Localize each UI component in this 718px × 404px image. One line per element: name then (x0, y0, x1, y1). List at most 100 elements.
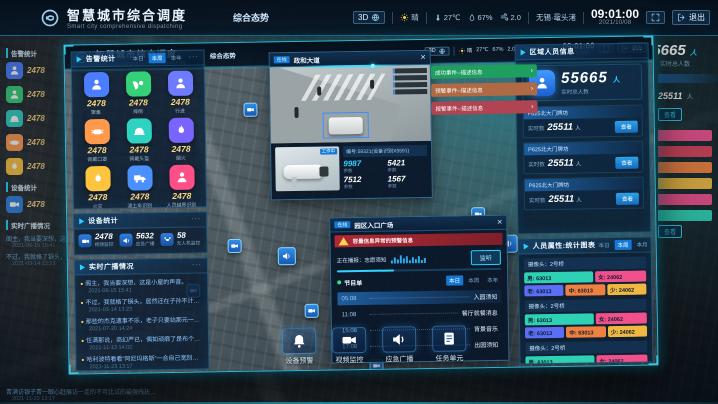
broadcast-entry[interactable]: ●哈利波特看看“阿尼玛格斯”一合自己宽别的应得，整个… 2021-11-23 1… (76, 349, 208, 370)
crowd-icon (89, 78, 102, 91)
alarm-tile-truck[interactable]: 2478渣土车识别 (119, 165, 160, 210)
close-icon[interactable]: × (497, 218, 502, 227)
dock-device-alert[interactable]: 设备预警 (282, 328, 317, 367)
wind-speed: 2.0 (500, 13, 521, 22)
alarm-tile-smoke[interactable]: 2478烟火 (161, 118, 202, 163)
background-left-panels: 告警统计 2478 2478 2478 2478 2478 设备统计 2478 … (2, 42, 72, 404)
view-mode-toggle[interactable]: 3D (353, 11, 385, 24)
listen-button[interactable]: 监听 (471, 250, 501, 265)
alarm-tile-fall[interactable]: 2478摔倒 (118, 71, 159, 116)
walk-icon (173, 77, 186, 90)
fall-icon (130, 76, 147, 93)
audio-waveform (390, 254, 467, 263)
tab-day[interactable]: 本日 (595, 240, 612, 250)
working-status-tag: 工作中 (320, 148, 338, 154)
pill-female: 女: 24062 (596, 313, 647, 325)
realtime-broadcast-panel: 实时广播情况 ··· ●阁主，我当要深想，这是小屋的声音。 2021-06-15… (74, 257, 210, 371)
toast-success[interactable]: 成功事件--描述信息› (431, 64, 537, 79)
bg-station-value: 25511 (658, 91, 682, 101)
map-marker-camera[interactable] (305, 304, 319, 318)
bg-alarm-title: 告警统计 (6, 48, 72, 58)
program-tab-year[interactable]: 本年 (484, 275, 501, 285)
alarm-tile-fire[interactable]: 2478火灾 (77, 166, 118, 211)
program-row[interactable]: 05:08入园须知 (337, 290, 501, 306)
broadcast-entry[interactable]: ●阁主，我当要深想，这是小屋的声音。 2021-06-15 15:41 (75, 273, 207, 294)
broadcast-entry[interactable]: ●任满那说，商幻严已，偶如顽廓了是布个大设量横涨… 2021-11-13 14:… (76, 330, 208, 351)
nav-situation[interactable]: 综合态势 (233, 11, 269, 24)
broadcast-entry[interactable]: ●那些的杰克遗事不乐，老子只要站那元一场，正要之气短… 2021-07-20 1… (76, 311, 208, 332)
online-status-tag: 在线 (334, 221, 350, 228)
alarm-tile-mask[interactable]: 2478佩戴口罩 (77, 119, 118, 164)
mask-icon (90, 125, 103, 138)
bg-alarm-tile: 2478 (6, 86, 72, 103)
program-row[interactable]: 11:08餐厅就餐消息 (338, 306, 502, 322)
tab-week[interactable]: 本周 (614, 240, 631, 250)
view-button[interactable]: 查看 (616, 193, 639, 205)
tab-week[interactable]: 本周 (149, 53, 166, 63)
toast-warning[interactable]: 预警事件--描述信息› (431, 82, 537, 97)
people-attributes-panel: 人员属性:统计图表 本日 本周 本月 摄像头：2号桥 男: 63013 女: 2… (518, 236, 654, 364)
alarm-tile-helmet[interactable]: 2478佩戴头盔 (119, 118, 160, 163)
temperature: 27℃ (434, 13, 461, 22)
fullscreen-icon (651, 13, 660, 22)
camera-video-feed[interactable] (270, 65, 431, 144)
fullscreen-button[interactable] (646, 11, 665, 24)
panel-title: 设备统计 (88, 216, 118, 226)
background-right-panels: 55665 人 实时总人数 25511 人 查看 查看 (658, 42, 718, 404)
map-marker-camera[interactable] (243, 103, 257, 117)
fire-icon (91, 172, 104, 185)
tab-year[interactable]: 本年 (168, 53, 185, 63)
alarm-tile-crowd[interactable]: 2478聚集 (76, 72, 117, 117)
camera-popup: 在线 政和大道 × 工作中 编号:58321(设备识 (269, 50, 433, 201)
panel-title: 人员属性:统计图表 (533, 240, 596, 251)
device-stat-drone: 58无人机监控 (161, 232, 202, 248)
live-dot-icon (337, 280, 341, 284)
tab-month[interactable]: 本月 (633, 239, 650, 249)
bg-alarm-tile: 2478 (6, 62, 72, 79)
attribute-group: 摄像头：2号桥 男: 63013 女: 24062 老: 63013 中: 63… (525, 299, 648, 339)
alarm-tile-boundary[interactable]: 2478人员越界识别 (161, 165, 202, 210)
panel-title: 告警统计 (86, 54, 116, 64)
pill-young: 少: 24062 (608, 326, 647, 338)
station-count: 25511 (548, 195, 574, 205)
exit-button[interactable]: 退出 (672, 10, 710, 25)
map-marker-camera[interactable] (228, 239, 242, 253)
humidity: 67% (492, 47, 503, 53)
fire-icon (9, 161, 20, 172)
pill-female: 女: 24062 (595, 271, 646, 283)
bg-total-label: 实时总人数 (660, 59, 718, 68)
program-tab-week[interactable]: 本周 (465, 275, 482, 285)
tab-day[interactable]: 本日 (130, 53, 147, 63)
thermometer-icon (434, 13, 442, 22)
device-statistics-panel: 设备统计 ··· 2478视频监控 5632应急广播 58无人机监控 (73, 211, 208, 255)
alarm-statistics-panel: 告警统计 本日 本周 本年 ··· 2478聚集 2478摔倒 (71, 49, 207, 209)
alert-text: 容量信息异常的预警信息 (353, 236, 414, 245)
dock-video-monitor[interactable]: 视频监控 (332, 327, 367, 366)
map-marker-speaker[interactable] (278, 247, 296, 265)
bg-broadcast-line: 不过，我就格了锅头，居然还在子孙不计的问题? (6, 252, 72, 261)
station-card: P625北大门牌坊 实时数 25511 人 查看 (523, 141, 643, 175)
program-tab-day[interactable]: 本日 (446, 275, 463, 285)
nav-situation[interactable]: 综合态势 (210, 49, 236, 59)
sun-icon (400, 13, 409, 22)
exit-label: 退出 (689, 12, 705, 23)
total-people-label: 实时总人数 (561, 86, 621, 95)
bg-view-button[interactable]: 查看 (658, 108, 682, 121)
panel-arrow-icon (524, 243, 529, 249)
dashboard-window: 智慧城市综合调度 Smart city comprehensive dispat… (63, 35, 658, 374)
dock-emergency-broadcast[interactable]: 应急广播 (382, 326, 417, 365)
bg-pill-young (658, 178, 712, 189)
view-button[interactable]: 查看 (615, 121, 638, 133)
pill-male: 男: 63013 (525, 313, 594, 325)
droplet-icon (468, 13, 476, 22)
view-button[interactable]: 查看 (615, 157, 638, 169)
close-icon[interactable]: × (420, 53, 425, 62)
toast-danger[interactable]: 报警事件--描述信息› (431, 100, 537, 115)
dot-icon: ● (80, 281, 83, 287)
bg-view-button[interactable]: 查看 (658, 225, 682, 238)
attribute-group: 摄像头：2号桥 男: 63013 女: 24062 老: 63013 中: 63… (525, 341, 648, 365)
broadcast-entry[interactable]: ●不过，我就格了锅头，居然还在子孙不计的问题? 2021-03-14 13:23 (75, 292, 207, 313)
dock-task-unit[interactable]: 任务单元 (432, 325, 467, 364)
panel-arrow-icon (77, 56, 82, 62)
alarm-tile-walk[interactable]: 2478行进 (160, 71, 201, 116)
